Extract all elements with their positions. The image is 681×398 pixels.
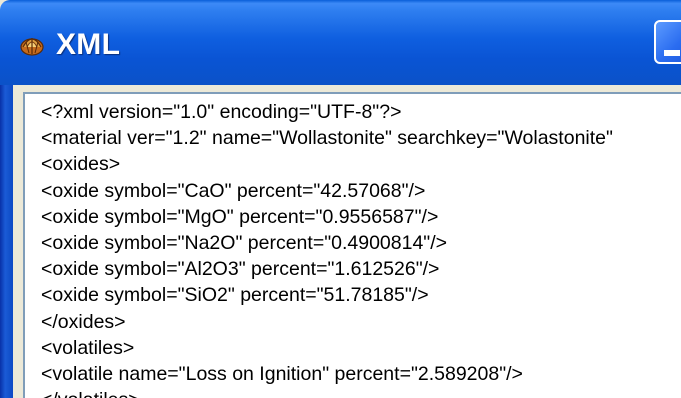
xml-line: <oxide symbol="Na2O" percent="0.4900814"…: [41, 232, 448, 255]
xml-line: <oxide symbol="MgO" percent="0.9556587"/…: [41, 205, 439, 228]
xml-line: <volatile name="Loss on Ignition" percen…: [41, 363, 523, 386]
minimize-button[interactable]: [654, 20, 681, 64]
xml-line: <material ver="1.2" name="Wollastonite" …: [41, 127, 613, 150]
xml-line: <oxide symbol="SiO2" percent="51.78185"/…: [41, 284, 429, 307]
xml-line-list: <?xml version="1.0" encoding="UTF-8"?> <…: [41, 99, 613, 398]
xml-line: <volatiles>: [41, 336, 135, 359]
xml-line: </oxides>: [41, 310, 126, 333]
xml-line: <oxide symbol="Al2O3" percent="1.612526"…: [41, 258, 440, 281]
minimize-icon: [664, 50, 680, 56]
xml-line: </volatiles>: [41, 387, 613, 398]
title-bar[interactable]: XML: [0, 0, 681, 85]
window-frame-left: [0, 85, 13, 398]
window-title: XML: [56, 28, 121, 61]
xml-line: <?xml version="1.0" encoding="UTF-8"?>: [41, 101, 402, 123]
app-logo-icon: [19, 33, 45, 57]
xml-line: <oxides>: [41, 153, 121, 176]
xml-window: XML <?xml version="1.0" encoding="UTF-8"…: [0, 0, 681, 398]
xml-text-area[interactable]: <?xml version="1.0" encoding="UTF-8"?> <…: [23, 92, 681, 398]
xml-line: <oxide symbol="CaO" percent="42.57068"/>: [41, 179, 426, 202]
